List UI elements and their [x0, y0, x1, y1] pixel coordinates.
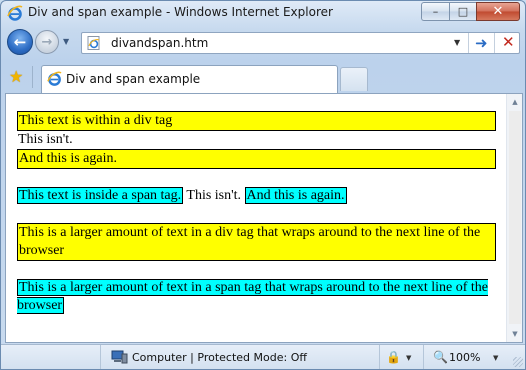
span-paragraph: This text is inside a span tag. This isn…: [17, 187, 496, 205]
stop-icon[interactable]: ✕: [502, 33, 515, 51]
protected-dropdown-icon[interactable]: ▼: [406, 354, 411, 362]
title-bar[interactable]: Div and span example - Windows Internet …: [1, 1, 525, 27]
tab-active[interactable]: Div and span example: [41, 65, 338, 93]
window-title: Div and span example - Windows Internet …: [28, 5, 333, 19]
status-cell: [1, 345, 101, 369]
maximize-button[interactable]: □: [449, 2, 476, 21]
go-arrow-icon[interactable]: ➜: [475, 34, 488, 52]
protected-mode-icon[interactable]: 🔒: [386, 350, 401, 364]
minimize-button[interactable]: –: [421, 2, 449, 21]
close-icon: ✕: [492, 4, 504, 19]
address-dropdown-icon[interactable]: ▼: [454, 38, 460, 47]
recent-pages-dropdown-icon[interactable]: ▼: [63, 37, 69, 46]
address-input[interactable]: divandspan.htm: [111, 36, 208, 50]
long-div-text: This is a larger amount of text in a div…: [17, 223, 496, 261]
forward-button[interactable]: →: [35, 30, 59, 54]
forward-arrow-icon: →: [41, 34, 53, 50]
tab-bar: ★ Div and span example: [1, 61, 525, 93]
favorites-star-icon[interactable]: ★: [9, 67, 23, 86]
page-ie-icon: [87, 36, 100, 50]
status-separator: [379, 345, 380, 369]
long-span-text: This is a larger amount of text in a spa…: [17, 279, 489, 314]
caption-buttons: – □ ✕: [421, 2, 520, 21]
zoom-dropdown-icon[interactable]: ▼: [493, 354, 498, 362]
browser-window: Div and span example - Windows Internet …: [0, 0, 526, 370]
span-text-plain: This isn't.: [183, 188, 245, 203]
address-separator: [494, 33, 495, 53]
security-zone-text[interactable]: Computer | Protected Mode: Off: [132, 351, 307, 364]
zoom-icon[interactable]: 🔍: [433, 350, 448, 364]
navigation-bar: ← → ▼ divandspan.htm ▼ ➜ ✕: [1, 27, 525, 61]
minimize-icon: –: [432, 5, 439, 18]
tab-ie-icon: [47, 71, 62, 86]
page-body: This text is within a div tag This isn't…: [6, 94, 507, 342]
back-button[interactable]: ←: [7, 29, 33, 55]
scroll-track[interactable]: [509, 111, 521, 324]
resize-grip[interactable]: [513, 357, 523, 367]
span-text-2: And this is again.: [244, 187, 347, 204]
status-separator: [423, 345, 424, 369]
long-span-paragraph: This is a larger amount of text in a spa…: [17, 279, 496, 315]
zoom-level[interactable]: 100%: [449, 351, 480, 364]
computer-zone-icon: [111, 350, 128, 364]
address-separator: [468, 33, 469, 53]
content-viewport: This text is within a div tag This isn't…: [5, 93, 523, 343]
ie-logo-icon: [7, 5, 23, 21]
tab-separator: [32, 66, 33, 88]
tab-label: Div and span example: [66, 72, 201, 86]
maximize-icon: □: [457, 5, 469, 18]
vertical-scrollbar[interactable]: ▲ ▼: [506, 94, 522, 342]
span-text-1: This text is inside a span tag.: [17, 187, 184, 204]
back-arrow-icon: ←: [13, 33, 27, 51]
div-text-1: This text is within a div tag: [17, 111, 496, 131]
scroll-down-icon[interactable]: ▼: [507, 326, 523, 342]
div-text-2: And this is again.: [17, 149, 496, 169]
status-bar: Computer | Protected Mode: Off 🔒 ▼ 🔍 100…: [1, 344, 525, 369]
scroll-up-icon[interactable]: ▲: [507, 94, 523, 110]
div-text-plain: This isn't.: [18, 132, 73, 147]
address-bar[interactable]: divandspan.htm ▼ ➜ ✕: [81, 32, 520, 54]
close-button[interactable]: ✕: [476, 2, 520, 21]
new-tab-button[interactable]: [340, 67, 368, 91]
